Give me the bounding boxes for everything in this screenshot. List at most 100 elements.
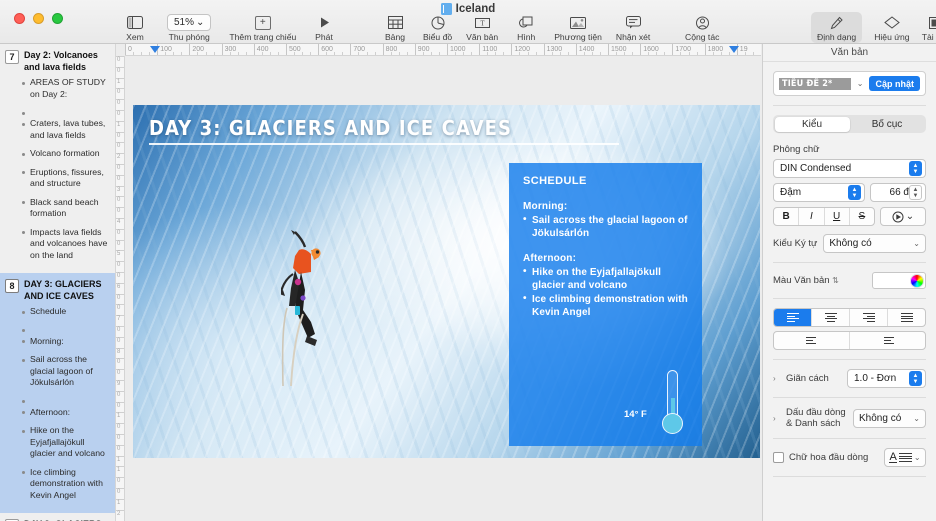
horizontal-alignment-buttons[interactable] bbox=[773, 308, 926, 327]
navigator-slide-head: 8 DAY 3: GLACIERS AND ICE CAVES bbox=[0, 276, 115, 302]
animate-button[interactable]: Hiệu ứng bbox=[871, 14, 912, 42]
navigator-slide[interactable]: 8 DAY 3: GLACIERS AND ICE CAVES Schedule Mo… bbox=[0, 273, 115, 513]
bold-button[interactable]: B bbox=[774, 208, 800, 225]
navigator-bullet[interactable]: Afternoon: bbox=[22, 407, 112, 419]
slide-canvas[interactable]: DAY 3: GLACIERS AND ICE CAVES SCHEDULE M… bbox=[125, 56, 761, 521]
font-style-buttons[interactable]: B I U S bbox=[773, 207, 875, 226]
italic-button[interactable]: I bbox=[799, 208, 825, 225]
vruler-tick: 1 bbox=[116, 455, 124, 463]
navigator-slide[interactable]: 7 Day 2: Volcanoes and lava fields AREAS O… bbox=[0, 44, 115, 273]
font-weight-stepper-icon[interactable]: ▲ ▼ bbox=[848, 185, 861, 200]
font-family-stepper-icon[interactable]: ▲ ▼ bbox=[909, 161, 922, 176]
align-justify-button[interactable] bbox=[888, 309, 925, 326]
text-color-updown-icon[interactable]: ⇅ bbox=[832, 276, 839, 285]
paragraph-style-chevron-down-icon[interactable]: ⌄ bbox=[857, 79, 864, 88]
slide-navigator[interactable]: 7 Day 2: Volcanoes and lava fields AREAS O… bbox=[0, 44, 116, 521]
bullets-disclosure-icon[interactable]: › bbox=[773, 414, 781, 423]
update-style-button[interactable]: Cập nhật bbox=[869, 76, 920, 91]
navigator-slide-title[interactable]: DAY 3: GLACIERS AND ICE CAVES bbox=[24, 279, 112, 302]
play-button[interactable]: Phát bbox=[307, 14, 341, 42]
navigator-bullet[interactable]: Schedule bbox=[22, 306, 112, 318]
navigator-bullet[interactable]: AREAS OF STUDY on Day 2: bbox=[22, 77, 112, 100]
navigator-bullet[interactable]: Volcano formation bbox=[22, 148, 112, 160]
navigator-bullet[interactable]: Craters, lava tubes, and lava fields bbox=[22, 118, 112, 141]
spacing-disclosure-icon[interactable]: › bbox=[773, 374, 781, 383]
navigator-bullet[interactable]: Ice climbing demonstration with Kevin An… bbox=[22, 467, 112, 502]
outdent-button[interactable] bbox=[774, 332, 850, 349]
left-indent-marker[interactable] bbox=[150, 46, 160, 53]
insert-table-button[interactable]: Bảng bbox=[378, 14, 412, 42]
schedule-text-box[interactable]: SCHEDULE Morning:Sail across the glacial… bbox=[509, 163, 702, 446]
inspector-tabs[interactable]: Kiểu Bố cục bbox=[773, 115, 926, 133]
vruler-tick: 0 bbox=[116, 228, 124, 236]
navigator-bullet[interactable] bbox=[22, 325, 112, 332]
drop-caps-style-button[interactable]: A ⌄ bbox=[884, 448, 926, 467]
view-button-label: Xem bbox=[126, 32, 144, 42]
ruler-minor-tick bbox=[519, 52, 521, 55]
navigator-bullet[interactable]: Eruptions, fissures, and structure bbox=[22, 167, 112, 190]
navigator-bullet[interactable]: Sail across the glacial lagoon of Jökuls… bbox=[22, 354, 112, 389]
add-slide-button[interactable]: + Thêm trang chiếu bbox=[226, 14, 299, 42]
navigator-slide[interactable]: 9DAY 3: GLACIERS AND ICE CAVESAREAS OF S… bbox=[0, 513, 115, 521]
horizontal-ruler[interactable]: 0 100 200 300 400 500 600 700 800 900 1000 1100 1200… bbox=[125, 44, 761, 56]
format-button[interactable]: Định dạng bbox=[808, 12, 865, 43]
ruler-minor-tick bbox=[302, 52, 304, 55]
character-style-popup[interactable]: Không có ⌄ bbox=[823, 234, 926, 253]
document-button[interactable]: Tài liệu bbox=[919, 14, 936, 42]
color-wheel-icon[interactable] bbox=[910, 273, 924, 288]
font-size-value[interactable]: 66 đ bbox=[874, 187, 909, 198]
insert-chart-button[interactable]: Biểu đồ bbox=[420, 14, 455, 42]
font-weight-popup[interactable]: Đậm ▲ ▼ bbox=[773, 183, 865, 202]
format-inspector[interactable]: Văn bản TIÊU ĐỀ 2* ⌄ Cập nhật Kiểu Bố cụ… bbox=[762, 44, 936, 521]
shape-icon bbox=[519, 14, 533, 31]
navigator-bullet[interactable] bbox=[22, 107, 112, 115]
bullets-popup[interactable]: Không có ⌄ bbox=[853, 408, 926, 428]
spacing-stepper-icon[interactable]: ▲ ▼ bbox=[909, 371, 922, 386]
vruler-tick: 7 bbox=[116, 315, 124, 322]
font-size-field[interactable]: 66 đ ▲ ▼ bbox=[870, 183, 926, 202]
ruler-minor-tick bbox=[213, 52, 215, 55]
insert-text-button[interactable]: T Văn bản bbox=[463, 14, 501, 42]
tab-bo-cuc[interactable]: Bố cục bbox=[850, 117, 925, 132]
text-options-button[interactable]: ⌄ bbox=[880, 207, 926, 226]
drop-caps-toggle[interactable]: Chữ hoa đầu dòng bbox=[773, 452, 868, 463]
navigator-bullet[interactable]: Morning: bbox=[22, 336, 112, 348]
document-button-label: Tài liệu bbox=[921, 32, 936, 42]
underline-button[interactable]: U bbox=[825, 208, 850, 225]
ruler-minor-tick bbox=[535, 52, 537, 55]
view-button[interactable]: Xem bbox=[118, 14, 152, 42]
align-center-button[interactable] bbox=[812, 309, 850, 326]
indent-buttons[interactable] bbox=[773, 331, 926, 350]
tab-kieu[interactable]: Kiểu bbox=[774, 116, 850, 132]
vruler-tick: 0 bbox=[116, 261, 124, 268]
right-indent-marker[interactable] bbox=[729, 46, 739, 53]
navigator-bullet[interactable]: Hike on the Eyjafjallajökull glacier and… bbox=[22, 425, 112, 460]
paragraph-style-name[interactable]: TIÊU ĐỀ 2* bbox=[779, 77, 851, 90]
collaborate-button[interactable]: Cộng tác bbox=[682, 14, 722, 42]
insert-media-button[interactable]: Phương tiện bbox=[551, 14, 605, 42]
indent-button[interactable] bbox=[850, 332, 925, 349]
zoom-popup[interactable]: 51% ⌄ bbox=[167, 14, 212, 31]
navigator-bullet[interactable]: Impacts lava fields and volcanoes have o… bbox=[22, 227, 112, 262]
insert-shape-button[interactable]: Hình bbox=[509, 14, 543, 42]
insert-comment-button[interactable]: Nhận xét bbox=[613, 14, 653, 42]
slide-title[interactable]: DAY 3: GLACIERS AND ICE CAVES bbox=[149, 116, 512, 140]
text-color-well[interactable] bbox=[872, 272, 926, 289]
inspector-title: Văn bản bbox=[763, 44, 936, 62]
font-size-stepper-icon[interactable]: ▲ ▼ bbox=[909, 185, 922, 200]
current-slide[interactable]: DAY 3: GLACIERS AND ICE CAVES SCHEDULE M… bbox=[133, 105, 760, 458]
ruler-minor-tick bbox=[173, 52, 175, 55]
vruler-tick: 0 bbox=[116, 207, 124, 214]
align-left-button[interactable] bbox=[774, 309, 812, 326]
spacing-popup[interactable]: 1.0 - Đơn ▲ ▼ bbox=[847, 369, 926, 388]
navigator-bullet[interactable] bbox=[22, 396, 112, 403]
drop-caps-checkbox[interactable] bbox=[773, 452, 784, 463]
navigator-bullet[interactable]: Black sand beach formation bbox=[22, 197, 112, 220]
align-right-button[interactable] bbox=[850, 309, 888, 326]
paragraph-style-row[interactable]: TIÊU ĐỀ 2* ⌄ Cập nhật bbox=[773, 71, 926, 96]
font-family-popup[interactable]: DIN Condensed ▲ ▼ bbox=[773, 159, 926, 178]
collaborate-icon bbox=[695, 14, 710, 31]
zoom-control[interactable]: 51% ⌄ Thu phóng bbox=[164, 14, 214, 42]
navigator-slide-title[interactable]: Day 2: Volcanoes and lava fields bbox=[24, 50, 112, 73]
strikethrough-button[interactable]: S bbox=[850, 208, 874, 225]
